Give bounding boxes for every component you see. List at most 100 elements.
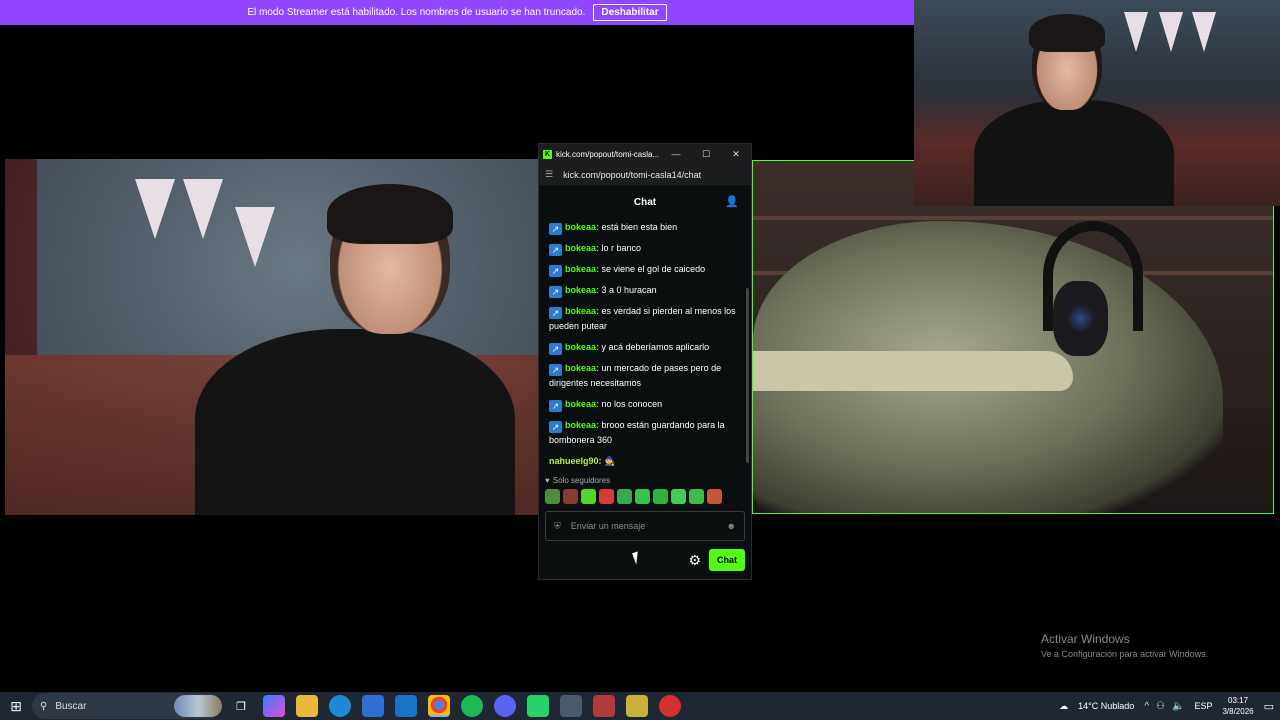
user-settings-icon[interactable]: 👤 (725, 195, 739, 208)
badge-icon: ↗ (549, 307, 562, 319)
send-chat-button[interactable]: Chat (709, 549, 745, 571)
chat-username[interactable]: bokeaa: (565, 243, 599, 253)
chat-message: ↗ bokeaa: está bien esta bien (549, 220, 741, 235)
emoji-picker-icon[interactable]: ☻ (727, 521, 736, 531)
emote-icon[interactable] (707, 488, 722, 504)
person-hair (327, 184, 453, 244)
task-view-icon[interactable]: ❐ (230, 695, 252, 717)
emote-bar (539, 487, 751, 505)
whatsapp-icon[interactable] (527, 695, 549, 717)
chat-username[interactable]: bokeaa: (565, 222, 599, 232)
badge-icon: ↗ (549, 400, 562, 412)
taskbar-apps: ❐ (230, 695, 681, 717)
close-icon[interactable]: ✕ (721, 149, 751, 160)
chat-username[interactable]: bokeaa: (565, 342, 599, 352)
emote-icon[interactable] (635, 488, 650, 504)
followers-only-label: Solo seguidores (552, 475, 611, 485)
language-indicator[interactable]: ESP (1194, 701, 1212, 711)
chat-message: ↗ bokeaa: no los conocen (549, 397, 741, 412)
discord-icon[interactable] (494, 695, 516, 717)
chevron-up-icon[interactable]: ^ (1144, 701, 1149, 712)
minimize-icon[interactable]: — (661, 149, 691, 159)
clock[interactable]: 03:17 3/8/2026 (1222, 695, 1253, 717)
clock-time: 03:17 (1228, 696, 1249, 705)
chat-message: ↗ bokeaa: brooo están guardando para la b… (549, 418, 741, 448)
address-bar[interactable]: ☰ kick.com/popout/tomi-casla14/chat (539, 164, 751, 186)
site-settings-icon[interactable]: ☰ (545, 169, 553, 180)
activate-windows-watermark: Activar Windows Ve a Configuración para … (1041, 632, 1208, 659)
notification-icon[interactable]: ▭ (1264, 700, 1274, 713)
chat-header: Chat 👤 (539, 186, 751, 218)
chat-username[interactable]: bokeaa: (565, 420, 599, 430)
chat-username[interactable]: bokeaa: (565, 285, 599, 295)
chat-message-input[interactable] (570, 521, 717, 531)
badge-icon: ↗ (549, 223, 562, 235)
crocodile-snout (753, 351, 1073, 391)
emote-icon[interactable] (671, 488, 686, 504)
pennant-flag (1192, 12, 1216, 52)
person-hair (1029, 14, 1105, 52)
pennant-flag (135, 179, 175, 239)
pennant-flag (235, 207, 275, 267)
chat-username[interactable]: bokeaa: (565, 306, 599, 316)
emote-icon[interactable] (581, 488, 596, 504)
badge-icon: ↗ (549, 421, 562, 433)
copilot-icon[interactable] (263, 695, 285, 717)
pennant-flag (183, 179, 223, 239)
network-icon[interactable]: ⚇ (1156, 701, 1165, 712)
search-icon: ⚲ (40, 700, 48, 712)
spotify-icon[interactable] (461, 695, 483, 717)
kick-logo-icon: K (543, 149, 552, 159)
obs-icon[interactable] (659, 695, 681, 717)
url-text: kick.com/popout/tomi-casla14/chat (563, 169, 702, 180)
windows-start-icon[interactable]: ⊞ (0, 698, 32, 715)
clock-date: 3/8/2026 (1222, 707, 1254, 716)
streamer-mode-banner: El modo Streamer está habilitado. Los no… (0, 0, 914, 25)
maximize-icon[interactable]: ☐ (691, 149, 721, 160)
store-icon[interactable] (362, 695, 384, 717)
taskbar: ⊞ ⚲ Buscar ❐ ☁ 14°C Nublado ^ ⚇ 🔈 ESP 03… (0, 692, 1280, 720)
chat-text: no los conocen (601, 399, 663, 409)
window-title: kick.com/popout/tomi-casla... (556, 149, 660, 159)
chat-text: 3 a 0 huracan (601, 285, 657, 295)
watermark-subtitle: Ve a Configuración para activar Windows. (1041, 649, 1209, 659)
pennant-flag (1159, 12, 1183, 52)
emote-icon[interactable] (545, 488, 560, 504)
app-icon[interactable] (560, 695, 582, 717)
screen: El modo Streamer está habilitado. Los no… (0, 0, 1280, 720)
weather-text[interactable]: 14°C Nublado (1078, 701, 1134, 711)
chat-messages: ↗ bokeaa: está bien esta bien ↗ bokeaa: lo… (539, 218, 751, 473)
emote-icon: 🧙 (604, 456, 616, 466)
chat-message: ↗ bokeaa: 3 a 0 huracan (549, 283, 741, 298)
taskbar-search[interactable]: ⚲ Buscar (32, 693, 222, 719)
chat-username[interactable]: nahueelg90: (549, 456, 602, 466)
emote-icon[interactable] (599, 488, 614, 504)
emote-icon[interactable] (617, 488, 632, 504)
volume-icon[interactable]: 🔈 (1172, 701, 1184, 712)
badge-icon: ↗ (549, 364, 562, 376)
webcam-feed-right (752, 160, 1274, 514)
mail-icon[interactable] (395, 695, 417, 717)
app-icon[interactable] (626, 695, 648, 717)
chat-username[interactable]: bokeaa: (565, 399, 599, 409)
file-explorer-icon[interactable] (296, 695, 318, 717)
system-tray: ☁ 14°C Nublado ^ ⚇ 🔈 ESP 03:17 3/8/2026 … (1059, 695, 1280, 717)
app-icon[interactable] (593, 695, 615, 717)
window-titlebar[interactable]: K kick.com/popout/tomi-casla... — ☐ ✕ (539, 144, 751, 164)
badge-icon: ↗ (549, 265, 562, 277)
chat-actions: ⚙ Chat (539, 549, 751, 571)
chat-text: y acá deberíamos aplicarlo (601, 342, 710, 352)
chrome-icon[interactable] (428, 695, 450, 717)
badge-icon: ↗ (549, 244, 562, 256)
chat-title: Chat (633, 196, 657, 208)
emote-icon[interactable] (689, 488, 704, 504)
edge-icon[interactable] (329, 695, 351, 717)
emote-icon[interactable] (653, 488, 668, 504)
emote-icon[interactable] (563, 488, 578, 504)
gear-icon[interactable]: ⚙ (688, 552, 701, 569)
chat-username[interactable]: bokeaa: (565, 264, 599, 274)
chat-scrollbar[interactable] (746, 288, 749, 463)
weather-icon[interactable]: ☁ (1059, 701, 1068, 712)
disable-streamer-mode-button[interactable]: Deshabilitar (593, 4, 667, 21)
chat-username[interactable]: bokeaa: (565, 363, 599, 373)
